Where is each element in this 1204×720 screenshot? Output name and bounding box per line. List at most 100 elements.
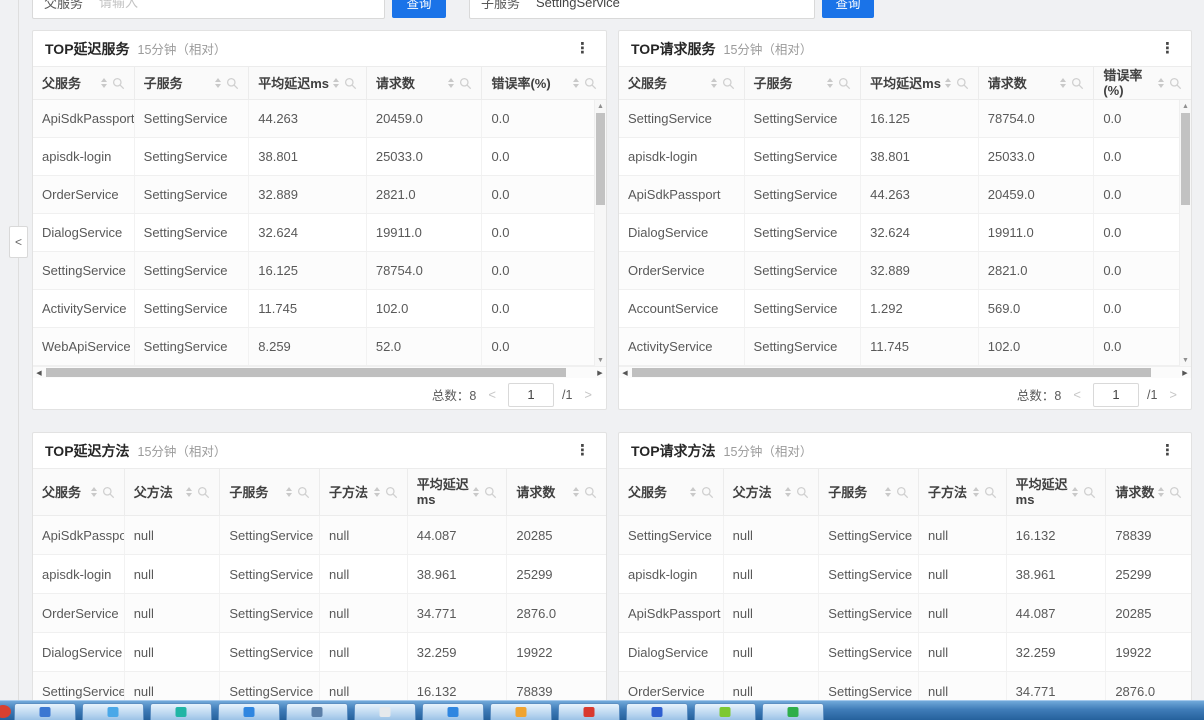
sort-icon[interactable] (711, 78, 717, 88)
table-row[interactable]: apisdk-loginnullSettingServicenull38.961… (619, 555, 1191, 594)
column-search-icon[interactable] (956, 77, 969, 90)
sort-icon[interactable] (186, 487, 192, 497)
table-row[interactable]: DialogServicenullSettingServicenull32.25… (33, 633, 606, 672)
sort-icon[interactable] (573, 78, 579, 88)
taskbar[interactable] (0, 700, 1204, 720)
table-row[interactable]: SettingServicenullSettingServicenull16.1… (619, 516, 1191, 555)
table-row[interactable]: DialogServiceSettingService32.62419911.0… (33, 214, 606, 252)
taskbar-app-6-button[interactable] (354, 703, 416, 720)
table-row[interactable]: ApiSdkPassportnullSettingServicenull44.0… (33, 516, 606, 555)
column-search-icon[interactable] (102, 486, 115, 499)
taskbar-app-4-button[interactable] (218, 703, 280, 720)
scroll-left-icon[interactable]: ◀ (33, 367, 45, 378)
table-row[interactable]: apisdk-loginSettingService38.80125033.00… (33, 138, 606, 176)
column-search-icon[interactable] (197, 486, 210, 499)
scroll-down-icon[interactable]: ▼ (1180, 354, 1191, 366)
taskbar-app-11-button[interactable] (694, 703, 756, 720)
page-number-input[interactable] (1093, 383, 1139, 407)
taskbar-app-1-button[interactable] (14, 703, 76, 720)
column-search-icon[interactable] (1169, 77, 1182, 90)
scrollbar-thumb[interactable] (46, 368, 566, 377)
sort-icon[interactable] (885, 487, 891, 497)
prev-page-button[interactable]: < (1073, 388, 1081, 401)
sort-icon[interactable] (827, 78, 833, 88)
table-row[interactable]: ActivityServiceSettingService11.745102.0… (33, 290, 606, 328)
sort-icon[interactable] (1158, 487, 1164, 497)
sort-icon[interactable] (286, 487, 292, 497)
taskbar-app-2-button[interactable] (82, 703, 144, 720)
column-search-icon[interactable] (459, 77, 472, 90)
column-search-icon[interactable] (226, 77, 239, 90)
kebab-menu-icon[interactable]: ⋮ (1156, 441, 1179, 460)
column-search-icon[interactable] (344, 77, 357, 90)
sort-icon[interactable] (945, 78, 951, 88)
table-row[interactable]: apisdk-loginnullSettingServicenull38.961… (33, 555, 606, 594)
vertical-scrollbar[interactable]: ▲▼ (1179, 100, 1191, 366)
sort-icon[interactable] (690, 487, 696, 497)
column-search-icon[interactable] (701, 486, 714, 499)
scroll-down-icon[interactable]: ▼ (595, 354, 606, 366)
table-row[interactable]: SettingServiceSettingService16.12578754.… (33, 252, 606, 290)
table-row[interactable]: DialogServiceSettingService32.62419911.0… (619, 214, 1191, 252)
taskbar-app-9-button[interactable] (558, 703, 620, 720)
next-page-button[interactable]: > (1169, 388, 1177, 401)
scroll-up-icon[interactable]: ▲ (1180, 100, 1191, 112)
taskbar-app-3-button[interactable] (150, 703, 212, 720)
horizontal-scrollbar[interactable]: ◀▶ (33, 366, 606, 378)
table-row[interactable]: ActivityServiceSettingService11.745102.0… (619, 328, 1191, 366)
parent-service-input[interactable] (97, 0, 373, 11)
taskbar-app-5-button[interactable] (286, 703, 348, 720)
page-number-input[interactable] (508, 383, 554, 407)
sort-icon[interactable] (473, 487, 479, 497)
sort-icon[interactable] (1158, 78, 1164, 88)
child-query-button[interactable]: 查询 (822, 0, 874, 18)
sort-icon[interactable] (1072, 487, 1078, 497)
column-search-icon[interactable] (796, 486, 809, 499)
table-row[interactable]: ApiSdkPassportnullSettingServicenull44.0… (619, 594, 1191, 633)
table-row[interactable]: DialogServicenullSettingServicenull32.25… (619, 633, 1191, 672)
sidebar-collapse-button[interactable]: < (9, 226, 28, 258)
scroll-left-icon[interactable]: ◀ (619, 367, 631, 378)
scroll-right-icon[interactable]: ▶ (1179, 367, 1191, 378)
scrollbar-thumb[interactable] (596, 113, 605, 205)
sort-icon[interactable] (374, 487, 380, 497)
kebab-menu-icon[interactable]: ⋮ (571, 39, 594, 58)
next-page-button[interactable]: > (584, 388, 592, 401)
sort-icon[interactable] (785, 487, 791, 497)
column-search-icon[interactable] (112, 77, 125, 90)
prev-page-button[interactable]: < (488, 388, 496, 401)
column-search-icon[interactable] (584, 77, 597, 90)
taskbar-app-10-button[interactable] (626, 703, 688, 720)
vertical-scrollbar[interactable]: ▲▼ (594, 100, 606, 366)
taskbar-app-7-button[interactable] (422, 703, 484, 720)
sort-icon[interactable] (973, 487, 979, 497)
parent-query-button[interactable]: 查询 (392, 0, 446, 18)
parent-service-field[interactable]: 父服务 (32, 0, 385, 19)
column-search-icon[interactable] (1071, 77, 1084, 90)
taskbar-app-8-button[interactable] (490, 703, 552, 720)
column-search-icon[interactable] (584, 486, 597, 499)
kebab-menu-icon[interactable]: ⋮ (571, 441, 594, 460)
column-search-icon[interactable] (838, 77, 851, 90)
scrollbar-thumb[interactable] (1181, 113, 1190, 205)
column-search-icon[interactable] (722, 77, 735, 90)
column-search-icon[interactable] (297, 486, 310, 499)
sort-icon[interactable] (215, 78, 221, 88)
column-search-icon[interactable] (984, 486, 997, 499)
sort-icon[interactable] (101, 78, 107, 88)
table-row[interactable]: OrderServiceSettingService32.8892821.00.… (33, 176, 606, 214)
column-search-icon[interactable] (896, 486, 909, 499)
column-search-icon[interactable] (484, 486, 497, 499)
table-row[interactable]: WebApiServiceSettingService8.25952.00.0 (33, 328, 606, 366)
child-service-field[interactable]: 子服务 (469, 0, 815, 19)
table-row[interactable]: SettingServiceSettingService16.12578754.… (619, 100, 1191, 138)
sort-icon[interactable] (573, 487, 579, 497)
sort-icon[interactable] (333, 78, 339, 88)
column-search-icon[interactable] (1083, 486, 1096, 499)
taskbar-app-12-button[interactable] (762, 703, 824, 720)
table-row[interactable]: ApiSdkPassportSettingService44.26320459.… (33, 100, 606, 138)
child-service-input[interactable] (534, 0, 803, 11)
scrollbar-thumb[interactable] (632, 368, 1151, 377)
table-row[interactable]: OrderServiceSettingService32.8892821.00.… (619, 252, 1191, 290)
sort-icon[interactable] (1060, 78, 1066, 88)
